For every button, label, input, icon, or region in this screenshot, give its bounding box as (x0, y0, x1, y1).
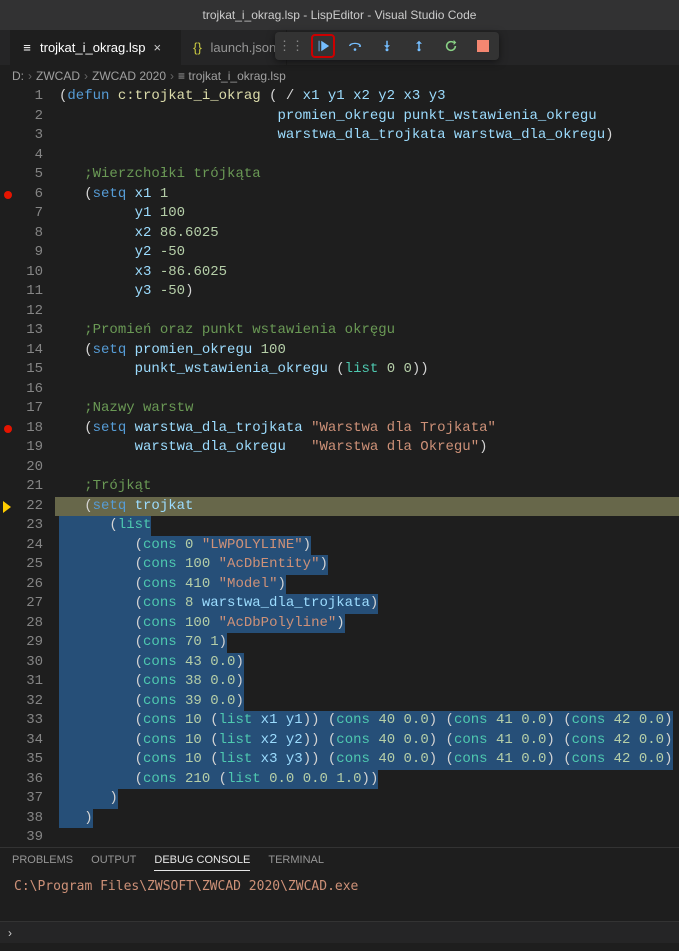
breadcrumb[interactable]: D:› ZWCAD› ZWCAD 2020› ≡ trojkat_i_okrag… (0, 65, 679, 87)
tab-trojkat[interactable]: ≡ trojkat_i_okrag.lsp × (10, 30, 181, 65)
breadcrumb-seg[interactable]: ZWCAD (36, 69, 80, 83)
editor-tabs: ≡ trojkat_i_okrag.lsp × {} launch.json ⋮… (0, 30, 679, 65)
code-editor[interactable]: 1234567891011121314151617181920212223242… (0, 87, 679, 847)
statusbar: › (0, 921, 679, 943)
titlebar: trojkat_i_okrag.lsp - LispEditor - Visua… (0, 0, 679, 30)
panel-problems[interactable]: PROBLEMS (12, 854, 73, 871)
window-title: trojkat_i_okrag.lsp - LispEditor - Visua… (203, 8, 477, 22)
step-out-button[interactable] (407, 34, 431, 58)
tab-launch[interactable]: {} launch.json (181, 30, 288, 65)
debug-console[interactable]: C:\Program Files\ZWSOFT\ZWCAD 2020\ZWCAD… (0, 871, 679, 921)
step-into-button[interactable] (375, 34, 399, 58)
file-icon: ≡ (20, 41, 34, 55)
breadcrumb-seg[interactable]: ≡ trojkat_i_okrag.lsp (178, 69, 286, 83)
tab-label: launch.json (211, 40, 277, 55)
panel-tabs: PROBLEMS OUTPUT DEBUG CONSOLE TERMINAL (0, 847, 679, 871)
tab-label: trojkat_i_okrag.lsp (40, 40, 146, 55)
continue-button[interactable] (311, 34, 335, 58)
grip-icon[interactable]: ⋮⋮ (279, 34, 303, 58)
breadcrumb-seg[interactable]: ZWCAD 2020 (92, 69, 166, 83)
debug-toolbar: ⋮⋮ (275, 32, 499, 60)
status-input-prompt[interactable]: › (8, 926, 12, 940)
step-over-button[interactable] (343, 34, 367, 58)
panel-output[interactable]: OUTPUT (91, 854, 136, 871)
line-gutter[interactable]: 1234567891011121314151617181920212223242… (0, 87, 55, 847)
stop-button[interactable] (471, 34, 495, 58)
json-icon: {} (191, 41, 205, 55)
code-body[interactable]: (defun c:trojkat_i_okrag ( / x1 y1 x2 y2… (55, 87, 679, 847)
close-icon[interactable]: × (154, 40, 170, 55)
panel-debug-console[interactable]: DEBUG CONSOLE (154, 854, 250, 871)
breadcrumb-seg[interactable]: D: (12, 69, 24, 83)
restart-button[interactable] (439, 34, 463, 58)
console-line: C:\Program Files\ZWSOFT\ZWCAD 2020\ZWCAD… (14, 879, 358, 894)
panel-terminal[interactable]: TERMINAL (268, 854, 324, 871)
